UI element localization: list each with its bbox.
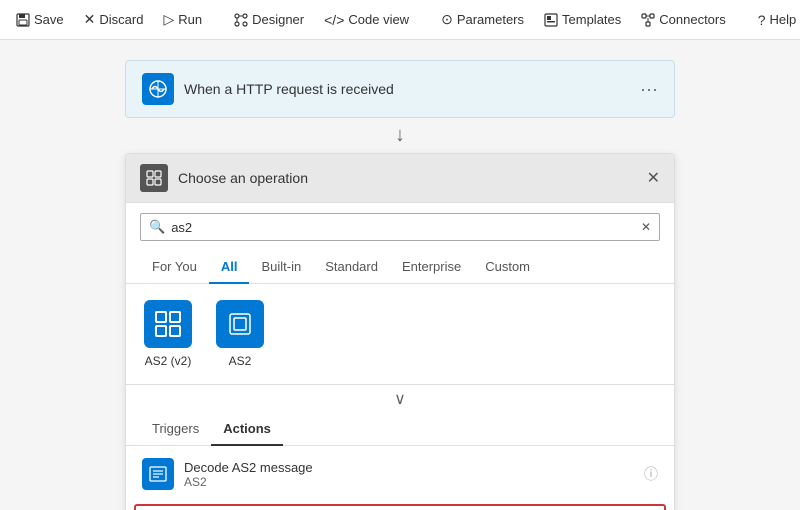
connectors-icon — [641, 13, 655, 27]
decode-as2-name: Decode AS2 message — [184, 460, 634, 475]
toolbar: Save ✕ Discard ▷ Run Designer </> Code v… — [0, 0, 800, 40]
save-button[interactable]: Save — [8, 8, 72, 31]
tab-all[interactable]: All — [209, 251, 250, 284]
action-list: Decode AS2 message AS2 ⓘ AS2 Decode — [126, 446, 674, 510]
connectors-button[interactable]: Connectors — [633, 8, 733, 31]
trigger-icon — [142, 73, 174, 105]
decode-as2-info-button[interactable]: ⓘ — [644, 464, 658, 484]
operation-header-title: Choose an operation — [178, 170, 308, 186]
tab-standard[interactable]: Standard — [313, 251, 390, 284]
arrow-down: ↓ — [20, 124, 780, 147]
codeview-label: Code view — [348, 12, 409, 27]
trigger-box: When a HTTP request is received ··· — [125, 60, 675, 118]
connectors-label: Connectors — [659, 12, 725, 27]
help-button[interactable]: ? Help — [750, 8, 800, 32]
designer-label: Designer — [252, 12, 304, 27]
templates-label: Templates — [562, 12, 621, 27]
operation-header: Choose an operation ✕ — [126, 154, 674, 203]
action-item-decode-as2-message[interactable]: Decode AS2 message AS2 ⓘ — [126, 446, 674, 502]
sub-tab-actions[interactable]: Actions — [211, 413, 283, 446]
search-box: 🔍 ✕ — [140, 213, 660, 241]
discard-button[interactable]: ✕ Discard — [76, 7, 152, 32]
search-icon: 🔍 — [149, 219, 165, 235]
search-container: 🔍 ✕ — [126, 203, 674, 251]
decode-as2-icon — [142, 458, 174, 490]
sub-tab-triggers[interactable]: Triggers — [140, 413, 211, 446]
parameters-button[interactable]: ⊙ Parameters — [433, 7, 532, 32]
as2-label: AS2 — [229, 354, 252, 368]
parameters-label: Parameters — [457, 12, 524, 27]
operation-close-button[interactable]: ✕ — [647, 168, 660, 188]
connector-card-as2[interactable]: AS2 — [212, 296, 268, 372]
discard-label: Discard — [99, 12, 143, 27]
category-tabs: For You All Built-in Standard Enterprise… — [126, 251, 674, 284]
run-label: Run — [178, 12, 202, 27]
codeview-button[interactable]: </> Code view — [316, 8, 417, 32]
codeview-icon: </> — [324, 12, 344, 28]
panel-chevron: ∨ — [126, 385, 674, 413]
save-label: Save — [34, 12, 64, 27]
templates-icon — [544, 13, 558, 27]
connector-cards: AS2 (v2) AS2 — [126, 284, 674, 385]
tab-custom[interactable]: Custom — [473, 251, 542, 284]
designer-icon — [234, 13, 248, 27]
operation-panel: Choose an operation ✕ 🔍 ✕ For You All Bu… — [125, 153, 675, 510]
trigger-title: When a HTTP request is received — [184, 81, 394, 97]
decode-as2-sub: AS2 — [184, 475, 634, 489]
save-icon — [16, 13, 30, 27]
tab-builtin[interactable]: Built-in — [249, 251, 313, 284]
help-label: Help — [770, 12, 797, 27]
tab-enterprise[interactable]: Enterprise — [390, 251, 473, 284]
operation-header-icon — [140, 164, 168, 192]
as2v2-label: AS2 (v2) — [145, 354, 192, 368]
designer-button[interactable]: Designer — [226, 8, 312, 31]
connector-card-as2v2[interactable]: AS2 (v2) — [140, 296, 196, 372]
search-clear-button[interactable]: ✕ — [641, 220, 651, 234]
as2v2-icon — [144, 300, 192, 348]
action-item-as2-decode[interactable]: AS2 Decode AS2 (v2) ⓘ — [134, 504, 666, 510]
search-input[interactable] — [171, 220, 635, 235]
help-icon: ? — [758, 12, 766, 28]
sub-tabs: Triggers Actions — [126, 413, 674, 446]
templates-button[interactable]: Templates — [536, 8, 629, 31]
run-icon: ▷ — [163, 11, 174, 28]
parameters-icon: ⊙ — [441, 11, 453, 28]
canvas: When a HTTP request is received ··· ↓ Ch… — [0, 40, 800, 510]
as2-icon — [216, 300, 264, 348]
tab-for-you[interactable]: For You — [140, 251, 209, 284]
trigger-more-button[interactable]: ··· — [640, 79, 658, 100]
run-button[interactable]: ▷ Run — [155, 7, 210, 32]
discard-icon: ✕ — [84, 11, 96, 28]
decode-as2-text: Decode AS2 message AS2 — [184, 460, 634, 489]
